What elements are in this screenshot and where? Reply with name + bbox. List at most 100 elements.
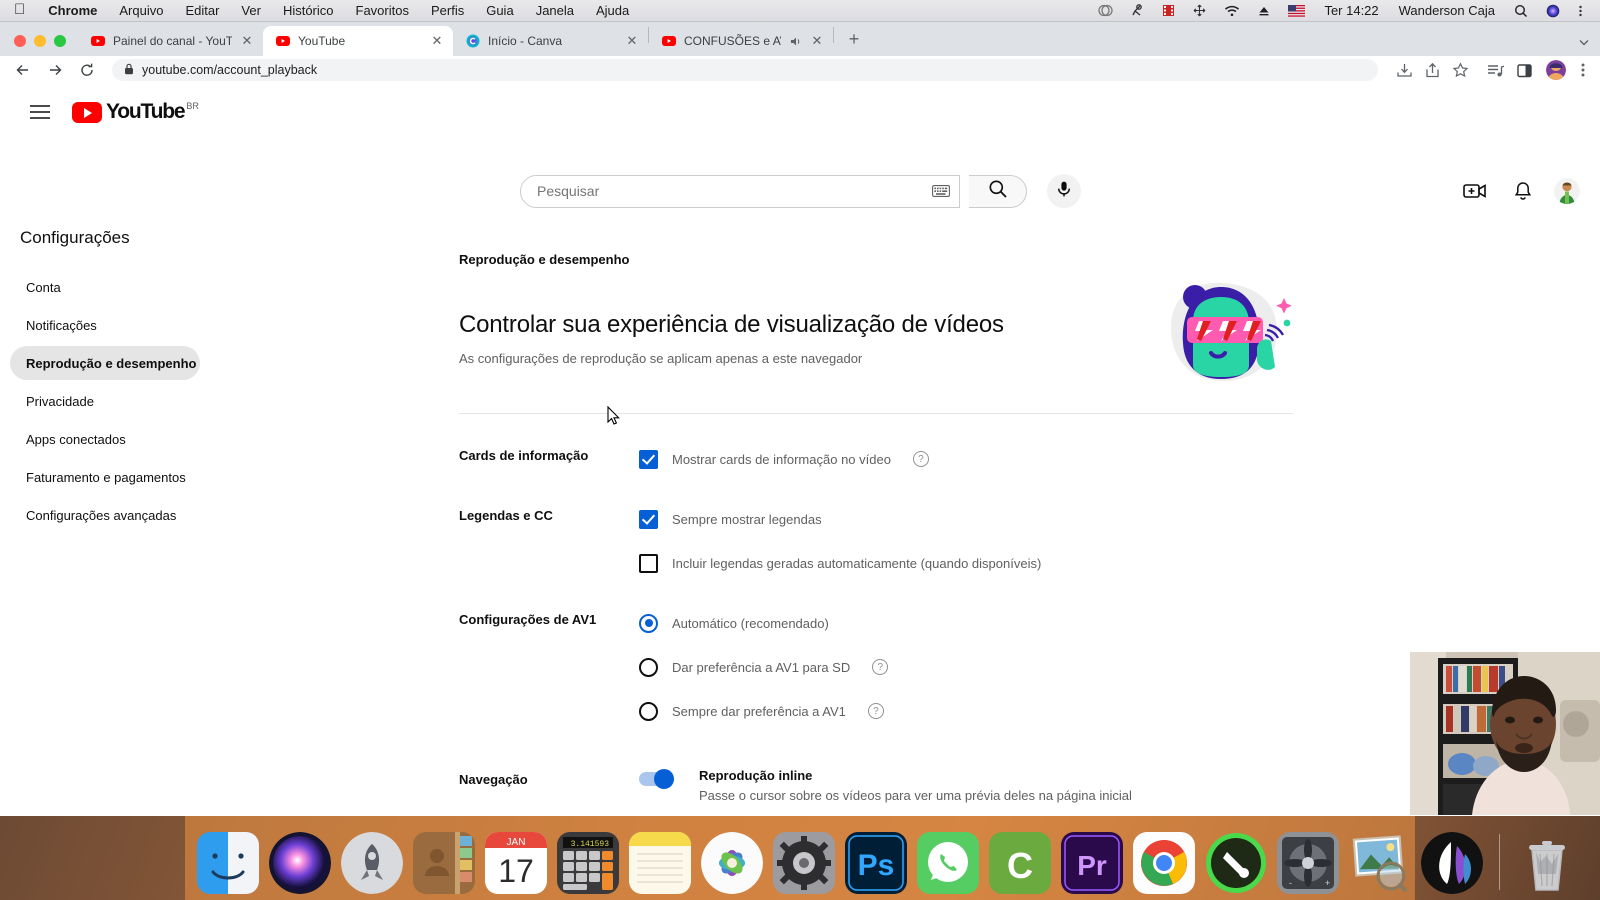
option-legendas-automaticas[interactable]: Incluir legendas geradas automaticamente… bbox=[639, 548, 1293, 578]
tab-close-icon[interactable]: ✕ bbox=[239, 33, 255, 49]
notifications-bell-icon[interactable] bbox=[1506, 174, 1540, 208]
move-icon[interactable] bbox=[1184, 4, 1215, 17]
toggle-reproducao-inline[interactable] bbox=[639, 769, 674, 789]
profile-avatar[interactable] bbox=[1546, 60, 1566, 80]
apple-logo-icon[interactable]:  bbox=[10, 2, 37, 19]
browser-tab-3[interactable]: CONFUSÕES e AVENTURA ✕ bbox=[649, 26, 833, 56]
menu-bar-clock[interactable]: Ter 14:22 bbox=[1314, 3, 1388, 18]
sidebar-item-apps-conectados[interactable]: Apps conectados bbox=[10, 422, 200, 456]
browser-tab-0[interactable]: Painel do canal - YouTube Stud ✕ bbox=[78, 26, 263, 56]
eject-icon[interactable] bbox=[1249, 5, 1279, 17]
calendar-icon[interactable]: JAN 17 bbox=[485, 832, 547, 894]
calculator-icon[interactable]: 3.141593 bbox=[557, 832, 619, 894]
share-icon[interactable] bbox=[1420, 58, 1444, 82]
trash-icon[interactable] bbox=[1516, 832, 1578, 894]
sidebar-item-notificacoes[interactable]: Notificações bbox=[10, 308, 200, 342]
menu-item-perfis[interactable]: Perfis bbox=[420, 3, 475, 18]
tab-close-icon[interactable]: ✕ bbox=[809, 33, 825, 49]
whatsapp-icon[interactable] bbox=[917, 832, 979, 894]
alfred-icon[interactable] bbox=[1122, 4, 1153, 17]
photos-icon[interactable] bbox=[701, 832, 763, 894]
side-panel-icon[interactable] bbox=[1512, 58, 1536, 82]
tab-close-icon[interactable]: ✕ bbox=[624, 33, 640, 49]
sidebar-item-configuracoes-avancadas[interactable]: Configurações avançadas bbox=[10, 498, 200, 532]
tabstrip-expand-button[interactable] bbox=[1578, 36, 1600, 56]
user-avatar[interactable] bbox=[1554, 178, 1580, 204]
option-mostrar-cards[interactable]: Mostrar cards de informação no vídeo ? bbox=[639, 444, 1293, 474]
option-av1-sempre[interactable]: Sempre dar preferência a AV1 ? bbox=[639, 696, 1293, 726]
radio-av1-sd[interactable] bbox=[639, 657, 658, 677]
hamburger-menu-icon[interactable] bbox=[20, 92, 60, 132]
affinity-icon[interactable] bbox=[1421, 832, 1483, 894]
checkbox-legendas-automaticas[interactable] bbox=[639, 553, 658, 573]
siri-icon[interactable] bbox=[269, 832, 331, 894]
launchpad-icon[interactable] bbox=[341, 832, 403, 894]
siri-icon[interactable] bbox=[1537, 4, 1569, 18]
search-input[interactable] bbox=[537, 183, 929, 199]
checkbox-sempre-mostrar-legendas[interactable] bbox=[639, 509, 658, 529]
search-box[interactable] bbox=[520, 174, 960, 208]
create-video-icon[interactable] bbox=[1458, 174, 1492, 208]
preview-icon[interactable] bbox=[1349, 832, 1411, 894]
contacts-icon[interactable] bbox=[413, 832, 475, 894]
option-av1-automatico[interactable]: Automático (recomendado) bbox=[639, 608, 1293, 638]
radio-av1-automatico[interactable] bbox=[639, 613, 658, 633]
screen-recorder-icon[interactable] bbox=[1153, 4, 1184, 17]
premiere-pro-icon[interactable]: Pr bbox=[1061, 832, 1123, 894]
tab-audio-playing-icon[interactable] bbox=[788, 35, 802, 48]
option-av1-sd[interactable]: Dar preferência a AV1 para SD ? bbox=[639, 652, 1293, 682]
control-center-icon[interactable] bbox=[1569, 4, 1592, 18]
help-icon[interactable]: ? bbox=[872, 659, 889, 675]
sidebar-item-conta[interactable]: Conta bbox=[10, 270, 200, 304]
menu-bar-username[interactable]: Wanderson Caja bbox=[1389, 3, 1505, 18]
system-preferences-icon[interactable] bbox=[773, 832, 835, 894]
window-minimize-button[interactable] bbox=[34, 35, 46, 47]
option-reproducao-inline[interactable]: Reprodução inline Passe o cursor sobre o… bbox=[639, 768, 1293, 803]
new-tab-button[interactable]: + bbox=[840, 25, 868, 53]
sidebar-item-reproducao-e-desempenho[interactable]: Reprodução e desempenho bbox=[10, 346, 200, 380]
photoshop-icon[interactable]: Ps bbox=[845, 832, 907, 894]
menu-item-ajuda[interactable]: Ajuda bbox=[585, 3, 640, 18]
bookmark-star-icon[interactable] bbox=[1448, 58, 1472, 82]
keyboard-icon[interactable] bbox=[929, 185, 953, 197]
finder-icon[interactable] bbox=[197, 832, 259, 894]
webcam-video-overlay[interactable] bbox=[1410, 652, 1600, 815]
back-icon[interactable] bbox=[10, 57, 36, 83]
window-close-button[interactable] bbox=[14, 35, 26, 47]
help-icon[interactable]: ? bbox=[912, 451, 929, 467]
menu-item-favoritos[interactable]: Favoritos bbox=[345, 3, 420, 18]
menu-item-ver[interactable]: Ver bbox=[230, 3, 272, 18]
checkbox-mostrar-cards[interactable] bbox=[639, 449, 658, 469]
wifi-icon[interactable] bbox=[1215, 5, 1249, 17]
browser-tab-1[interactable]: YouTube ✕ bbox=[263, 26, 453, 56]
menu-item-janela[interactable]: Janela bbox=[525, 3, 585, 18]
menu-item-guia[interactable]: Guia bbox=[475, 3, 524, 18]
sidebar-item-faturamento-e-pagamentos[interactable]: Faturamento e pagamentos bbox=[10, 460, 200, 494]
dropbox-icon[interactable] bbox=[1089, 4, 1122, 17]
reading-list-icon[interactable] bbox=[1484, 58, 1508, 82]
search-button[interactable] bbox=[969, 174, 1027, 208]
youtube-logo[interactable]: YouTube BR bbox=[72, 101, 199, 123]
cleaner-icon[interactable]: - + bbox=[1277, 832, 1339, 894]
window-maximize-button[interactable] bbox=[54, 35, 66, 47]
camtasia-icon[interactable]: C bbox=[989, 832, 1051, 894]
option-sempre-mostrar-legendas[interactable]: Sempre mostrar legendas bbox=[639, 504, 1293, 534]
forward-icon[interactable] bbox=[42, 57, 68, 83]
radio-av1-sempre[interactable] bbox=[639, 701, 658, 721]
reload-icon[interactable] bbox=[74, 57, 100, 83]
voice-search-button[interactable] bbox=[1047, 174, 1081, 208]
notes-icon[interactable] bbox=[629, 832, 691, 894]
spotlight-search-icon[interactable] bbox=[1505, 4, 1537, 18]
menu-item-editar[interactable]: Editar bbox=[174, 3, 230, 18]
screenflow-icon[interactable] bbox=[1205, 832, 1267, 894]
chrome-menu-icon[interactable] bbox=[1572, 62, 1594, 78]
address-bar[interactable]: youtube.com/account_playback bbox=[112, 59, 1378, 81]
browser-tab-2[interactable]: Início - Canva ✕ bbox=[453, 26, 648, 56]
chrome-icon[interactable] bbox=[1133, 832, 1195, 894]
install-icon[interactable] bbox=[1392, 58, 1416, 82]
help-icon[interactable]: ? bbox=[867, 703, 884, 719]
sidebar-item-privacidade[interactable]: Privacidade bbox=[10, 384, 200, 418]
tab-close-icon[interactable]: ✕ bbox=[429, 33, 445, 49]
flag-us-icon[interactable] bbox=[1279, 4, 1314, 17]
menu-item-arquivo[interactable]: Arquivo bbox=[108, 3, 174, 18]
